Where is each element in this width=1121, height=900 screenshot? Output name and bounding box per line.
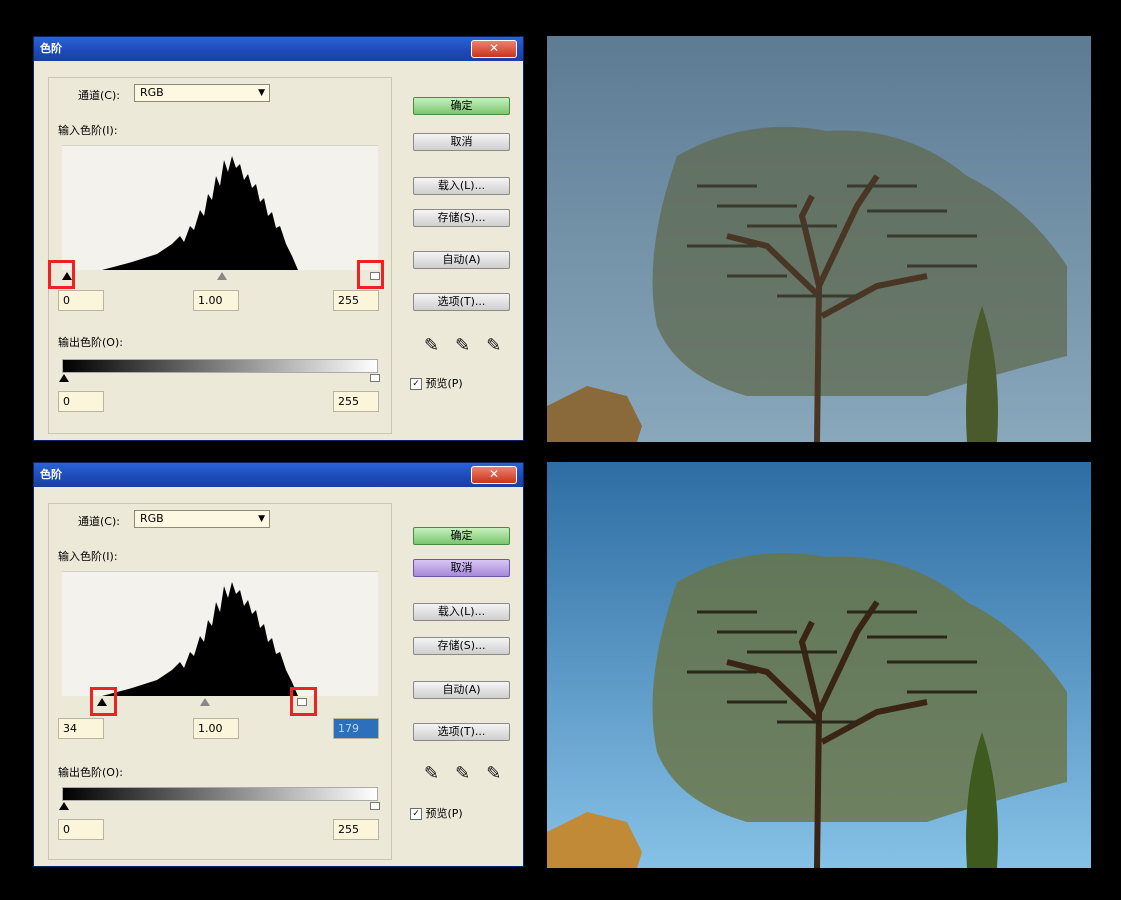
channel-value: RGB bbox=[140, 512, 164, 525]
close-icon[interactable]: ✕ bbox=[471, 40, 517, 58]
load-button[interactable]: 载入(L)... bbox=[413, 177, 510, 195]
ok-button[interactable]: 确定 bbox=[413, 527, 510, 545]
black-eyedropper-icon[interactable]: ✎ bbox=[424, 335, 439, 356]
white-eyedropper-icon[interactable]: ✎ bbox=[486, 763, 501, 784]
input-gamma-field[interactable]: 1.00 bbox=[193, 290, 239, 311]
output-levels-label: 输出色阶(O): bbox=[58, 766, 123, 779]
checkbox-icon[interactable]: ✓ bbox=[410, 808, 422, 820]
preview-label: 预览(P) bbox=[425, 807, 463, 820]
output-black-field[interactable]: 0 bbox=[58, 391, 104, 412]
dialog-title: 色阶 bbox=[40, 468, 62, 481]
histogram-graph bbox=[102, 156, 298, 270]
save-button[interactable]: 存储(S)... bbox=[413, 637, 510, 655]
checkbox-icon[interactable]: ✓ bbox=[410, 378, 422, 390]
black-eyedropper-icon[interactable]: ✎ bbox=[424, 763, 439, 784]
input-white-field[interactable]: 179 bbox=[333, 718, 379, 739]
tree-reflection-image bbox=[547, 36, 1091, 442]
options-button[interactable]: 选项(T)... bbox=[413, 723, 510, 741]
preview-checkbox[interactable]: ✓ 预览(P) bbox=[410, 805, 463, 821]
input-gamma-field[interactable]: 1.00 bbox=[193, 718, 239, 739]
levels-dialog-before: 色阶 ✕ 通道(C): RGB ▼ 输入色阶(I): 0 1.00 255 输出… bbox=[33, 36, 524, 441]
cancel-button[interactable]: 取消 bbox=[413, 559, 510, 577]
histogram bbox=[62, 571, 378, 696]
auto-button[interactable]: 自动(A) bbox=[413, 681, 510, 699]
input-levels-label: 输入色阶(I): bbox=[58, 550, 118, 563]
preview-checkbox[interactable]: ✓ 预览(P) bbox=[410, 375, 463, 391]
dropdown-arrow-icon: ▼ bbox=[258, 514, 265, 524]
output-gradient bbox=[62, 787, 378, 801]
white-point-highlight bbox=[290, 687, 317, 716]
white-eyedropper-icon[interactable]: ✎ bbox=[486, 335, 501, 356]
dropdown-arrow-icon: ▼ bbox=[258, 88, 265, 98]
save-button[interactable]: 存储(S)... bbox=[413, 209, 510, 227]
preview-label: 预览(P) bbox=[425, 377, 463, 390]
channel-value: RGB bbox=[140, 86, 164, 99]
channel-label: 通道(C): bbox=[78, 515, 120, 528]
input-white-field[interactable]: 255 bbox=[333, 290, 379, 311]
photo-before bbox=[547, 36, 1091, 442]
histogram-graph bbox=[102, 582, 298, 696]
photo-after bbox=[547, 462, 1091, 868]
dialog-titlebar[interactable]: 色阶 ✕ bbox=[34, 37, 523, 61]
auto-button[interactable]: 自动(A) bbox=[413, 251, 510, 269]
load-button[interactable]: 载入(L)... bbox=[413, 603, 510, 621]
eyedroppers: ✎ ✎ ✎ bbox=[424, 763, 501, 784]
output-gradient bbox=[62, 359, 378, 373]
ok-button[interactable]: 确定 bbox=[413, 97, 510, 115]
black-point-highlight bbox=[90, 687, 117, 716]
gray-eyedropper-icon[interactable]: ✎ bbox=[455, 763, 470, 784]
tree-reflection-image bbox=[547, 462, 1091, 868]
gray-eyedropper-icon[interactable]: ✎ bbox=[455, 335, 470, 356]
output-white-slider[interactable] bbox=[370, 802, 380, 810]
dialog-titlebar[interactable]: 色阶 ✕ bbox=[34, 463, 523, 487]
output-black-field[interactable]: 0 bbox=[58, 819, 104, 840]
input-black-field[interactable]: 34 bbox=[58, 718, 104, 739]
options-button[interactable]: 选项(T)... bbox=[413, 293, 510, 311]
white-point-highlight bbox=[357, 260, 384, 289]
levels-dialog-after: 色阶 ✕ 通道(C): RGB ▼ 输入色阶(I): 34 1.00 179 输… bbox=[33, 462, 524, 867]
output-white-field[interactable]: 255 bbox=[333, 819, 379, 840]
black-point-highlight bbox=[48, 260, 75, 289]
eyedroppers: ✎ ✎ ✎ bbox=[424, 335, 501, 356]
channel-select[interactable]: RGB ▼ bbox=[134, 510, 270, 528]
histogram bbox=[62, 145, 378, 270]
input-levels-label: 输入色阶(I): bbox=[58, 124, 118, 137]
channel-label: 通道(C): bbox=[78, 89, 120, 102]
channel-select[interactable]: RGB ▼ bbox=[134, 84, 270, 102]
output-white-field[interactable]: 255 bbox=[333, 391, 379, 412]
output-white-slider[interactable] bbox=[370, 374, 380, 382]
output-levels-label: 输出色阶(O): bbox=[58, 336, 123, 349]
dialog-title: 色阶 bbox=[40, 42, 62, 55]
input-black-field[interactable]: 0 bbox=[58, 290, 104, 311]
cancel-button[interactable]: 取消 bbox=[413, 133, 510, 151]
close-icon[interactable]: ✕ bbox=[471, 466, 517, 484]
